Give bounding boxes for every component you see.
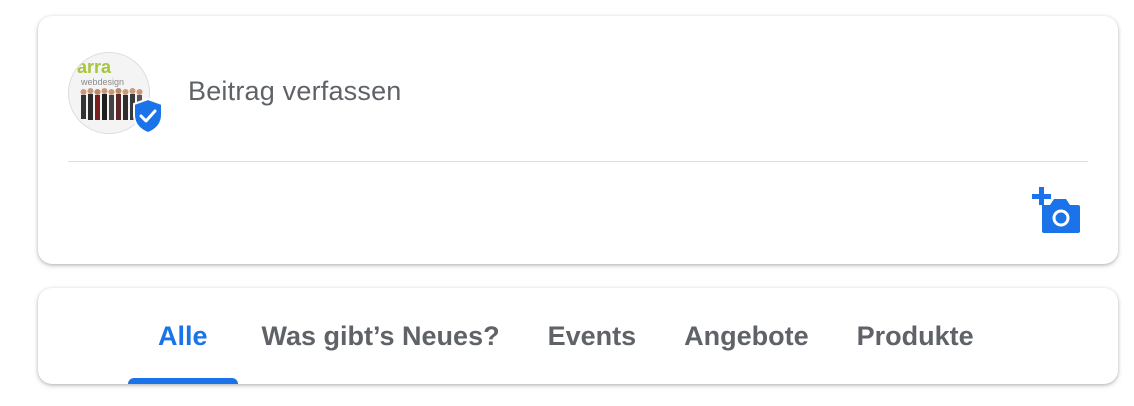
tab-label: Events — [547, 320, 637, 351]
tab-label: Alle — [158, 320, 208, 351]
tab-was-gibts-neues[interactable]: Was gibt’s Neues? — [238, 288, 524, 384]
tab-alle[interactable]: Alle — [128, 288, 238, 384]
tab-label: Angebote — [684, 320, 809, 351]
profile-avatar[interactable]: arra webdesign — [68, 52, 163, 134]
tab-label: Produkte — [856, 320, 974, 351]
add-photo-icon[interactable] — [1032, 187, 1082, 235]
divider — [68, 161, 1088, 162]
post-filter-tabs-card: Alle Was gibt’s Neues? Events Angebote P… — [38, 288, 1118, 384]
svg-text:webdesign: webdesign — [80, 77, 124, 87]
tab-events[interactable]: Events — [524, 288, 661, 384]
tab-label: Was gibt’s Neues? — [261, 320, 500, 351]
svg-text:arra: arra — [77, 57, 112, 77]
tab-produkte[interactable]: Produkte — [833, 288, 998, 384]
verified-shield-icon — [133, 98, 163, 134]
filter-tabs: Alle Was gibt’s Neues? Events Angebote P… — [128, 288, 998, 384]
tab-angebote[interactable]: Angebote — [660, 288, 833, 384]
compose-post-input[interactable]: Beitrag verfassen — [188, 76, 402, 107]
post-composer-card: arra webdesign Beitrag verfassen — [38, 16, 1118, 264]
active-tab-indicator — [128, 378, 238, 384]
